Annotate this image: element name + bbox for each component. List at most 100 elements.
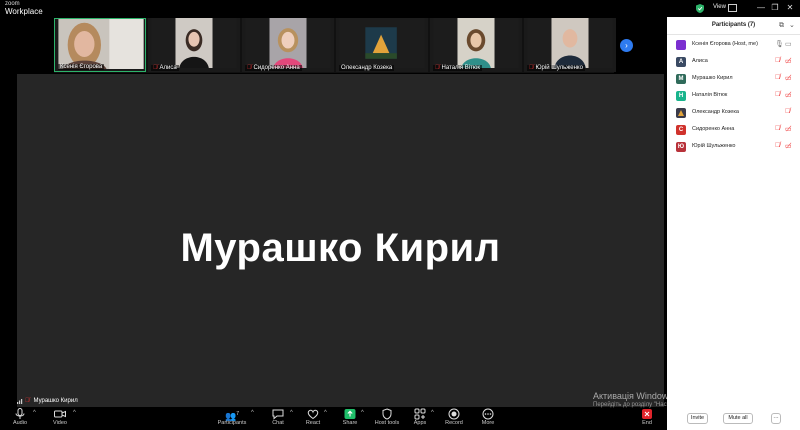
video-options-chevron[interactable]: ^ <box>73 410 76 416</box>
host-tools-button[interactable]: Host tools <box>373 408 401 426</box>
participants-list: Ксенія Єгорова (Host, me) 🎙 ▭ А Алиса 🎙̸… <box>667 37 800 156</box>
pop-out-icon[interactable]: ⧉ <box>779 22 784 30</box>
mic-muted-icon: 🎙̸ <box>25 398 30 404</box>
record-button[interactable]: Record <box>443 408 465 426</box>
mic-muted-icon: 🎙̸ <box>529 65 534 71</box>
participant-name: Олександр Козека <box>692 109 739 115</box>
share-screen-icon <box>344 409 356 419</box>
chat-options-chevron[interactable]: ^ <box>290 410 293 416</box>
participant-row[interactable]: М Мурашко Кирил 🎙̸ ▭̸ <box>667 71 800 88</box>
video-tile[interactable]: Олександр Козека <box>336 18 428 72</box>
participant-video <box>527 18 613 68</box>
mic-muted-icon[interactable]: 🎙̸ <box>775 91 780 98</box>
video-off-icon[interactable]: ▭̸ <box>785 74 792 82</box>
participants-panel: Participants (7) ⧉ ⌄ Ксенія Єгорова (Hos… <box>667 17 800 430</box>
audio-options-chevron[interactable]: ^ <box>33 410 36 416</box>
participant-name: Сидоренко Анна <box>692 126 735 132</box>
video-tile[interactable]: 🎙̸ Наталія Вітюк <box>430 18 522 72</box>
shield-icon[interactable] <box>696 4 704 13</box>
participant-row[interactable]: Ю Юрій Шульженко 🎙̸ ▭̸ <box>667 139 800 156</box>
end-call-icon <box>642 409 652 419</box>
tile-name: 🎙̸ Наталія Вітюк <box>433 65 483 71</box>
apps-icon <box>414 408 426 420</box>
apps-options-chevron[interactable]: ^ <box>431 410 434 416</box>
heart-icon <box>307 409 319 420</box>
mic-muted-icon[interactable]: 🎙̸ <box>775 125 780 132</box>
record-icon <box>448 408 460 420</box>
share-button[interactable]: Share <box>340 408 360 426</box>
camera-icon <box>54 410 66 418</box>
share-options-chevron[interactable]: ^ <box>361 410 364 416</box>
tile-name: Олександр Козека <box>339 65 395 71</box>
view-button[interactable]: View <box>713 4 726 10</box>
video-off-icon[interactable]: ▭̸ <box>785 57 792 65</box>
title-bar: zoom Workplace View — ❐ ✕ <box>0 0 800 17</box>
react-button[interactable]: React <box>302 408 324 426</box>
view-grid-icon[interactable] <box>728 4 737 12</box>
tile-name: 🎙̸ Сидоренко Анна <box>245 65 302 71</box>
mute-all-button[interactable]: Mute all <box>723 413 753 424</box>
video-off-icon[interactable]: ▭̸ <box>785 91 792 99</box>
tile-name: 🎙̸ Юрій Шульженко <box>527 65 585 71</box>
more-options-button[interactable]: ··· <box>771 413 781 424</box>
close-icon[interactable]: ✕ <box>783 1 797 15</box>
minimize-icon[interactable]: — <box>754 1 768 15</box>
participant-avatar <box>339 18 425 68</box>
app-logo: zoom Workplace <box>5 1 43 16</box>
participant-name: Мурашко Кирил <box>692 75 733 81</box>
participant-name: Ксенія Єгорова (Host, me) <box>692 41 758 47</box>
chat-icon <box>272 409 284 420</box>
participant-row[interactable]: С Сидоренко Анна 🎙̸ ▭̸ <box>667 122 800 139</box>
mic-muted-icon[interactable]: 🎙̸ <box>775 74 780 81</box>
participants-options-chevron[interactable]: ^ <box>251 410 254 416</box>
participant-name: Наталія Вітюк <box>692 92 728 98</box>
participant-row[interactable]: Н Наталія Вітюк 🎙̸ ▭̸ <box>667 88 800 105</box>
signal-icon <box>17 399 23 404</box>
participant-row[interactable]: Олександр Козека 🎙̸ <box>667 105 800 122</box>
active-speaker-name: Мурашко Кирил <box>180 226 501 270</box>
invite-button[interactable]: Invite <box>687 413 708 424</box>
brand-bottom: Workplace <box>5 7 43 16</box>
video-strip: Ксенія Єгорова 🎙̸ Алиса 🎙̸ Сидоренко Анна <box>54 18 616 73</box>
avatar <box>676 108 686 118</box>
restore-icon[interactable]: ❐ <box>768 1 782 15</box>
mic-muted-icon[interactable]: 🎙̸ <box>775 57 780 64</box>
strip-next-button[interactable]: › <box>620 39 633 52</box>
react-options-chevron[interactable]: ^ <box>324 410 327 416</box>
tile-name: 🎙̸ Алиса <box>151 65 179 71</box>
avatar: М <box>676 74 686 84</box>
video-tile[interactable]: Ксенія Єгорова <box>54 18 146 72</box>
video-button[interactable]: Video <box>49 408 71 426</box>
avatar <box>676 40 686 50</box>
mic-muted-icon[interactable]: 🎙̸ <box>775 142 780 149</box>
shield-icon <box>382 408 392 420</box>
video-tile[interactable]: 🎙̸ Алиса <box>148 18 240 72</box>
video-on-icon[interactable]: ▭ <box>785 40 792 48</box>
participant-row[interactable]: А Алиса 🎙̸ ▭̸ <box>667 54 800 71</box>
microphone-icon <box>15 408 25 419</box>
video-tile[interactable]: 🎙̸ Сидоренко Анна <box>242 18 334 72</box>
audio-button[interactable]: Audio <box>9 408 31 426</box>
avatar: А <box>676 57 686 67</box>
apps-button[interactable]: Apps <box>410 408 430 426</box>
video-off-icon[interactable]: ▭̸ <box>785 125 792 133</box>
windows-activation-title: Активація Windows <box>593 391 673 401</box>
more-button[interactable]: More <box>477 408 499 426</box>
mic-muted-icon: 🎙̸ <box>153 65 158 71</box>
participants-button[interactable]: 👥7 Participants <box>215 408 249 426</box>
zoom-window: zoom Workplace View — ❐ ✕ Ксенія Єгорова <box>0 0 800 430</box>
mic-on-icon[interactable]: 🎙 <box>775 40 784 48</box>
participant-row[interactable]: Ксенія Єгорова (Host, me) 🎙 ▭ <box>667 37 800 54</box>
participants-icon: 👥7 <box>225 411 239 421</box>
video-off-icon[interactable]: ▭̸ <box>785 142 792 150</box>
active-speaker-stage: Мурашко Кирил <box>17 74 664 407</box>
chat-button[interactable]: Chat <box>267 408 289 426</box>
video-tile[interactable]: 🎙̸ Юрій Шульженко <box>524 18 616 72</box>
meeting-toolbar: Audio ^ Video ^ 👥7 Participants ^ Chat ^… <box>0 407 667 430</box>
mic-muted-icon[interactable]: 🎙̸ <box>785 108 790 115</box>
participant-video <box>245 18 331 68</box>
participant-video <box>151 18 237 68</box>
participants-header: Participants (7) ⧉ ⌄ <box>667 17 800 35</box>
chevron-down-icon[interactable]: ⌄ <box>789 21 795 29</box>
end-button[interactable]: End <box>637 408 657 426</box>
